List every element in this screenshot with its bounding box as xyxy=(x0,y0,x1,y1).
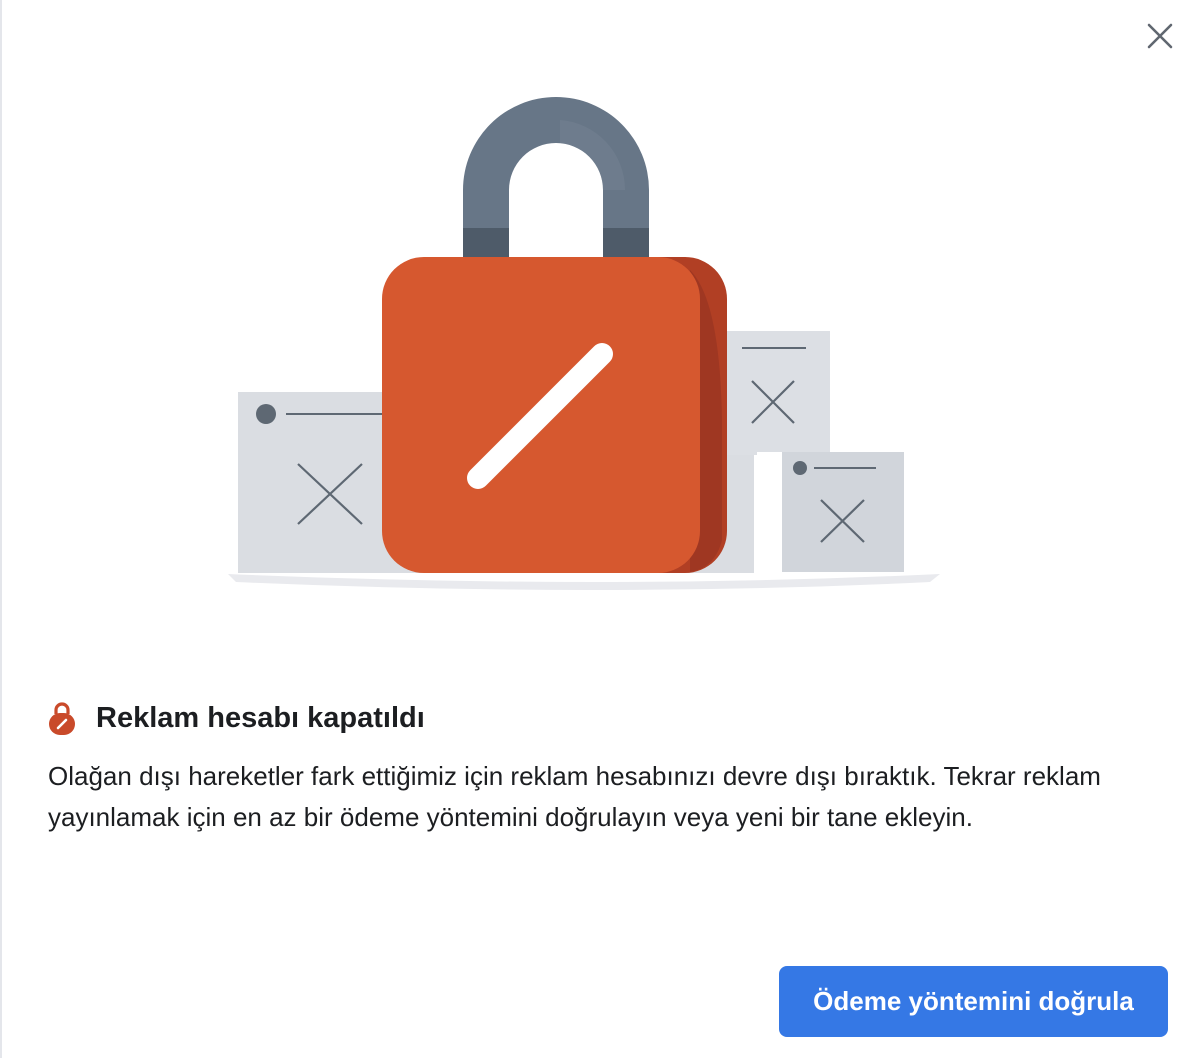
padlock-illustration xyxy=(228,97,940,590)
dialog-title: Reklam hesabı kapatıldı xyxy=(96,701,425,734)
ad-placeholder-card-front-right xyxy=(757,452,904,572)
dialog-message: Olağan dışı hareketler fark ettiğimiz iç… xyxy=(48,761,1101,832)
padlock xyxy=(382,97,727,573)
title-row: Reklam hesabı kapatıldı xyxy=(48,698,425,738)
verify-payment-method-button[interactable]: Ödeme yöntemini doğrula xyxy=(779,966,1168,1037)
ad-account-closed-dialog: Reklam hesabı kapatıldı Olağan dışı hare… xyxy=(0,0,1194,1058)
ad-placeholder-card-back-right xyxy=(722,331,830,455)
lock-icon xyxy=(48,700,76,736)
